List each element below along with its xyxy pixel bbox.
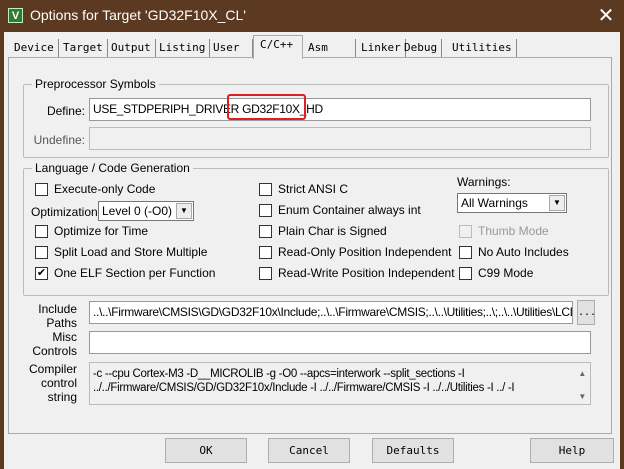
highlight-box bbox=[227, 94, 306, 120]
checkbox-label: Read-Only Position Independent bbox=[278, 245, 452, 259]
scroll-down-icon[interactable]: ▼ bbox=[578, 390, 586, 404]
compiler-line: ../../Firmware/CMSIS/GD/GD32F10x/Include… bbox=[93, 382, 515, 394]
defaults-button[interactable]: Defaults bbox=[372, 438, 454, 463]
app-icon: V bbox=[8, 8, 23, 23]
execute-only-checkbox[interactable]: Execute-only Code bbox=[35, 182, 155, 196]
undefine-input[interactable] bbox=[89, 127, 591, 150]
label-line: Controls bbox=[32, 344, 77, 358]
checkbox-label: One ELF Section per Function bbox=[54, 266, 216, 280]
tab-debug[interactable]: Debug bbox=[400, 39, 443, 58]
checkbox-box[interactable] bbox=[35, 182, 48, 196]
window-title: Options for Target 'GD32F10X_CL' bbox=[30, 7, 246, 23]
checkbox-box[interactable] bbox=[259, 182, 272, 196]
misc-controls-label: Misc Controls bbox=[29, 330, 77, 358]
checkbox-label: Execute-only Code bbox=[54, 182, 156, 196]
compiler-control-string[interactable]: -c --cpu Cortex-M3 -D__MICROLIB -g -O0 -… bbox=[89, 362, 591, 405]
close-icon[interactable]: ✕ bbox=[592, 3, 620, 29]
checkbox-label: C99 Mode bbox=[478, 266, 534, 280]
include-paths-label: Include Paths bbox=[29, 302, 77, 330]
rw-pi-checkbox[interactable]: Read-Write Position Independent bbox=[259, 266, 455, 280]
define-label: Define: bbox=[46, 104, 85, 118]
ok-button[interactable]: OK bbox=[165, 438, 247, 463]
checkbox-box[interactable] bbox=[35, 245, 48, 259]
define-value-part1: USE_STDPERIPH_DRIVER bbox=[93, 102, 240, 116]
tab-output[interactable]: Output bbox=[107, 39, 156, 58]
misc-controls-input[interactable] bbox=[89, 331, 591, 354]
checkbox-box[interactable] bbox=[459, 266, 472, 280]
tab-listing[interactable]: Listing bbox=[155, 39, 211, 58]
compiler-control-label: Compiler control string bbox=[19, 362, 77, 404]
optimization-label: Optimization: bbox=[31, 205, 102, 219]
label-line: string bbox=[47, 390, 77, 404]
thumb-mode-checkbox: Thumb Mode bbox=[459, 224, 549, 238]
define-input[interactable]: USE_STDPERIPH_DRIVER GD32F10X_HD bbox=[89, 98, 591, 121]
strict-ansi-checkbox[interactable]: Strict ANSI C bbox=[259, 182, 348, 196]
language-group-label: Language / Code Generation bbox=[32, 161, 193, 175]
checkbox-label: Enum Container always int bbox=[278, 203, 421, 217]
optimization-value: Level 0 (-O0) bbox=[102, 204, 173, 218]
include-paths-input[interactable]: ..\..\Firmware\CMSIS\GD\GD32F10x\Include… bbox=[89, 301, 573, 324]
tab-utilities[interactable]: Utilities bbox=[448, 39, 517, 58]
checkbox-box[interactable] bbox=[459, 245, 472, 259]
tab-target[interactable]: Target bbox=[59, 39, 108, 58]
c-cpp-panel: Preprocessor Symbols Define: USE_STDPERI… bbox=[8, 57, 612, 434]
no-auto-includes-checkbox[interactable]: No Auto Includes bbox=[459, 245, 569, 259]
chevron-down-icon[interactable]: ▼ bbox=[549, 195, 565, 211]
checkbox-box[interactable] bbox=[259, 245, 272, 259]
checkbox-box bbox=[459, 224, 472, 238]
checkbox-label: Thumb Mode bbox=[478, 224, 549, 238]
one-elf-checkbox[interactable]: ✔ One ELF Section per Function bbox=[35, 266, 215, 280]
cancel-button[interactable]: Cancel bbox=[268, 438, 350, 463]
title-bar: V Options for Target 'GD32F10X_CL' ✕ bbox=[0, 0, 624, 32]
warnings-value: All Warnings bbox=[461, 196, 528, 210]
enum-container-checkbox[interactable]: Enum Container always int bbox=[259, 203, 421, 217]
dialog-body: Device Target Output Listing User C/C++ … bbox=[4, 32, 620, 469]
label-line: Paths bbox=[46, 316, 77, 330]
checkbox-box[interactable] bbox=[259, 224, 272, 238]
tab-linker[interactable]: Linker bbox=[357, 39, 406, 58]
compiler-line: -c --cpu Cortex-M3 -D__MICROLIB -g -O0 -… bbox=[93, 368, 465, 380]
c99-mode-checkbox[interactable]: C99 Mode bbox=[459, 266, 533, 280]
checkbox-box[interactable] bbox=[259, 266, 272, 280]
scroll-up-icon[interactable]: ▲ bbox=[578, 367, 586, 381]
tab-user[interactable]: User bbox=[209, 39, 253, 58]
undefine-label: Undefine: bbox=[33, 133, 85, 147]
optimize-time-checkbox[interactable]: Optimize for Time bbox=[35, 224, 148, 238]
checkbox-label: Read-Write Position Independent bbox=[278, 266, 455, 280]
split-load-checkbox[interactable]: Split Load and Store Multiple bbox=[35, 245, 207, 259]
warnings-label: Warnings: bbox=[457, 175, 511, 189]
label-line: control bbox=[40, 376, 77, 390]
plain-char-checkbox[interactable]: Plain Char is Signed bbox=[259, 224, 387, 238]
warnings-select[interactable]: All Warnings ▼ bbox=[457, 193, 567, 213]
label-line: Compiler bbox=[28, 362, 77, 376]
tab-device[interactable]: Device bbox=[10, 39, 59, 58]
label-line: Misc bbox=[52, 330, 77, 344]
checkbox-label: Plain Char is Signed bbox=[278, 224, 387, 238]
optimization-select[interactable]: Level 0 (-O0) ▼ bbox=[98, 201, 194, 221]
preprocessor-group-label: Preprocessor Symbols bbox=[32, 77, 159, 91]
checkbox-label: Optimize for Time bbox=[54, 224, 149, 238]
checkbox-label: Strict ANSI C bbox=[278, 182, 349, 196]
chevron-down-icon[interactable]: ▼ bbox=[176, 203, 192, 219]
browse-include-button[interactable]: ... bbox=[577, 300, 596, 325]
tab-c-cpp[interactable]: C/C++ bbox=[253, 35, 303, 59]
checkbox-label: Split Load and Store Multiple bbox=[54, 245, 208, 259]
checkbox-label: No Auto Includes bbox=[478, 245, 569, 259]
checkbox-box[interactable] bbox=[259, 203, 272, 217]
help-button[interactable]: Help bbox=[530, 438, 614, 463]
checkmark-icon[interactable]: ✔ bbox=[35, 266, 48, 280]
ro-pi-checkbox[interactable]: Read-Only Position Independent bbox=[259, 245, 451, 259]
label-line: Include bbox=[38, 302, 77, 316]
checkbox-box[interactable] bbox=[35, 224, 48, 238]
tab-asm[interactable]: Asm bbox=[304, 39, 356, 58]
